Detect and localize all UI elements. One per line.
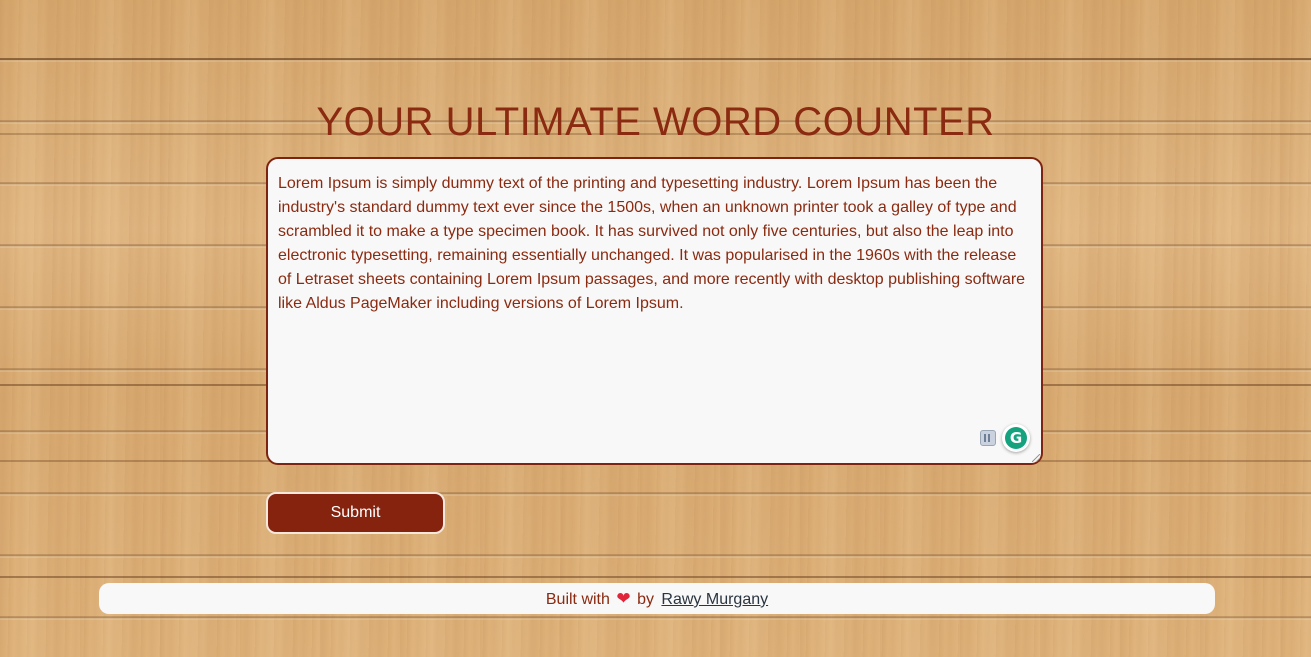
heart-icon: ❤ [616, 589, 631, 608]
grammarly-logo: G [1005, 427, 1027, 449]
footer-prefix: Built with [545, 591, 610, 608]
grammarly-icon[interactable]: G [1002, 424, 1030, 452]
text-input[interactable]: Lorem Ipsum is simply dummy text of the … [266, 157, 1043, 465]
wood-seam [0, 576, 1311, 578]
resize-handle[interactable] [1032, 454, 1040, 462]
wood-seam [0, 58, 1311, 60]
footer-by: by [637, 591, 654, 608]
extension-icon[interactable] [980, 430, 996, 446]
footer: Built with ❤ by Rawy Murgany [99, 583, 1215, 614]
author-link[interactable]: Rawy Murgany [661, 591, 768, 608]
page-title: YOUR ULTIMATE WORD COUNTER [316, 100, 995, 144]
submit-button[interactable]: Submit [266, 492, 445, 534]
